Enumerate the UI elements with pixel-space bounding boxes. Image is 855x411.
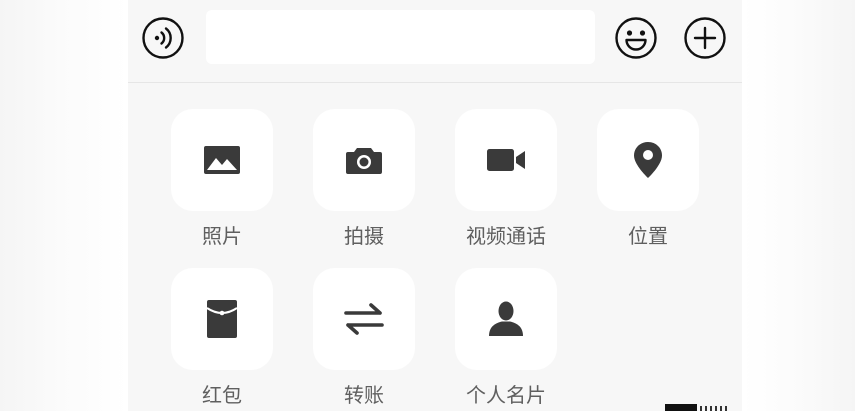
watermark-stripes	[700, 406, 730, 411]
feature-label: 视频通话	[466, 224, 546, 248]
feature-tile	[171, 109, 273, 211]
feature-red-envelope[interactable]: 红包	[162, 268, 282, 408]
feature-video-call[interactable]: 视频通话	[446, 109, 566, 249]
smiley-icon	[615, 17, 657, 59]
feature-label: 个人名片	[466, 383, 546, 407]
location-pin-icon	[634, 142, 662, 178]
red-envelope-icon	[206, 300, 238, 338]
voice-button[interactable]	[141, 16, 185, 60]
image-icon	[204, 146, 240, 174]
transfer-arrows-icon	[344, 303, 384, 335]
feature-tile	[455, 268, 557, 370]
feature-tile	[313, 268, 415, 370]
feature-tile	[313, 109, 415, 211]
feature-label: 位置	[628, 224, 668, 248]
watermark-block	[665, 404, 697, 411]
feature-grid: 照片 拍摄 视频通话 位置 红包 转账 个人名片	[128, 83, 742, 411]
feature-shoot[interactable]: 拍摄	[304, 109, 424, 249]
feature-label: 红包	[202, 383, 242, 407]
feature-tile	[455, 109, 557, 211]
feature-contact-card[interactable]: 个人名片	[446, 268, 566, 408]
feature-tile	[171, 268, 273, 370]
feature-label: 照片	[202, 224, 242, 248]
feature-transfer[interactable]: 转账	[304, 268, 424, 408]
input-bar	[128, 0, 742, 83]
message-input[interactable]	[206, 10, 595, 64]
plus-icon	[684, 17, 726, 59]
chat-screen: 照片 拍摄 视频通话 位置 红包 转账 个人名片	[0, 0, 855, 411]
feature-tile	[597, 109, 699, 211]
feature-label: 转账	[344, 383, 384, 407]
emoji-button[interactable]	[614, 16, 658, 60]
camera-icon	[346, 148, 382, 174]
feature-location[interactable]: 位置	[588, 109, 708, 249]
feature-photo[interactable]: 照片	[162, 109, 282, 249]
more-button[interactable]	[683, 16, 727, 60]
feature-label: 拍摄	[344, 224, 384, 248]
video-camera-icon	[487, 149, 525, 171]
chat-input-panel: 照片 拍摄 视频通话 位置 红包 转账 个人名片	[128, 0, 742, 411]
voice-icon	[142, 17, 184, 59]
contact-card-icon	[489, 301, 523, 336]
